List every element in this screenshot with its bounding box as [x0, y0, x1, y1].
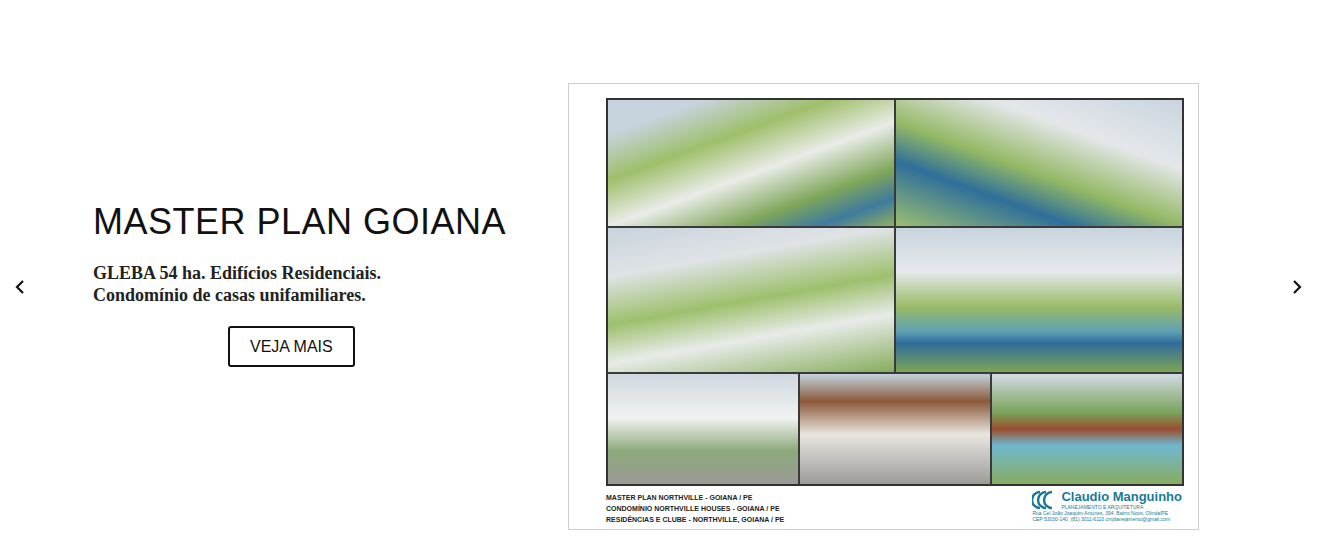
renderings — [606, 98, 1184, 486]
rendering — [608, 374, 798, 484]
slide-text: MASTER PLAN GOIANA GLEBA 54 ha. Edifício… — [40, 0, 568, 367]
slide-image: MASTER PLAN NORTHVILLE - GOIANA / PECOND… — [568, 83, 1199, 530]
rendering — [608, 100, 894, 226]
carousel: MASTER PLAN GOIANA GLEBA 54 ha. Edifício… — [0, 0, 1317, 555]
subtitle-line: Condomínio de casas unifamiliares. — [93, 284, 513, 306]
chevron-left-icon — [13, 278, 27, 296]
board-caption: CONDOMÍNIO NORTHVILLE HOUSES - GOIANA / … — [606, 503, 784, 514]
rendering — [896, 228, 1182, 372]
subtitle-line: GLEBA 54 ha. Edifícios Residenciais. — [93, 262, 513, 284]
slide-subtitle: GLEBA 54 ha. Edifícios Residenciais.Cond… — [93, 262, 513, 306]
see-more-button[interactable]: VEJA MAIS — [228, 326, 355, 367]
chevron-right-icon — [1290, 278, 1304, 296]
logo-address: CEP 53030-140, (81) 3011-6110 cmplanejam… — [1032, 516, 1182, 522]
previous-button[interactable] — [0, 267, 40, 307]
logo-address: Rua Cel João Joaquim Antunes, 394, Bairr… — [1032, 510, 1182, 516]
logo-name: Claudio Manguinho — [1061, 490, 1182, 504]
rendering — [608, 228, 894, 372]
board-footer: MASTER PLAN NORTHVILLE - GOIANA / PECOND… — [606, 486, 1184, 525]
presentation-board: MASTER PLAN NORTHVILLE - GOIANA / PECOND… — [606, 98, 1184, 525]
slide-title: MASTER PLAN GOIANA — [93, 198, 513, 246]
board-caption: RESIDÊNCIAS E CLUBE - NORTHVILLE, GOIANA… — [606, 514, 784, 525]
logo-arcs-icon — [1032, 490, 1058, 510]
board-caption: MASTER PLAN NORTHVILLE - GOIANA / PE — [606, 492, 784, 503]
logo: Claudio Manguinho PLANEJAMENTO E ARQUITE… — [1032, 490, 1184, 522]
rendering — [992, 374, 1182, 484]
logo-tagline: PLANEJAMENTO E ARQUITETURA — [1061, 504, 1182, 510]
rendering — [800, 374, 990, 484]
rendering — [896, 100, 1182, 226]
next-button[interactable] — [1277, 267, 1317, 307]
